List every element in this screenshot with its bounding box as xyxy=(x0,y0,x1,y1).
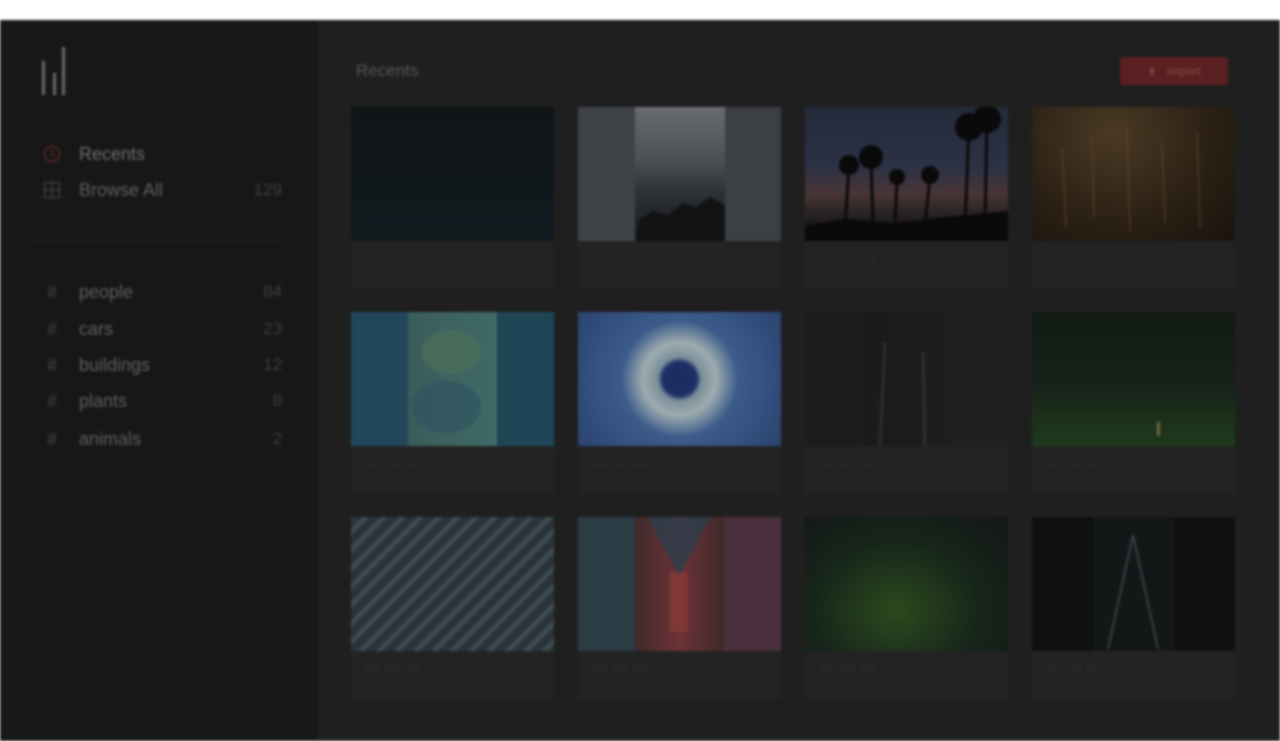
tag-chip[interactable] xyxy=(1087,460,1101,466)
tag-chip[interactable] xyxy=(840,255,854,261)
image-thumbnail xyxy=(578,517,781,651)
tag-chip[interactable] xyxy=(860,460,874,466)
app-logo xyxy=(42,45,68,95)
tag-chip[interactable] xyxy=(1087,255,1101,261)
tag-chip[interactable] xyxy=(633,460,647,466)
tag-chip[interactable] xyxy=(593,665,607,671)
tag-chip[interactable] xyxy=(613,460,627,466)
tag-chip[interactable] xyxy=(1047,255,1061,261)
sidebar-tag-animals[interactable]: # animals 2 xyxy=(42,426,282,452)
tag-chip[interactable] xyxy=(860,665,874,671)
image-thumbnail xyxy=(805,312,1008,446)
main-content: Recents ⬆ Import xyxy=(318,20,1280,741)
tag-label: buildings xyxy=(79,354,151,375)
hash-icon: # xyxy=(46,281,57,302)
sidebar-tag-buildings[interactable]: # buildings 12 xyxy=(42,352,282,378)
tag-chip[interactable] xyxy=(633,255,647,261)
page-title: Recents xyxy=(356,61,419,80)
image-card[interactable] xyxy=(578,312,781,494)
image-thumbnail xyxy=(351,312,554,446)
import-button[interactable]: ⬆ Import xyxy=(1120,57,1228,85)
sidebar-tag-people[interactable]: # people 84 xyxy=(42,279,282,305)
tag-chip[interactable] xyxy=(820,255,834,261)
tag-label: animals xyxy=(79,428,142,449)
tag-chip[interactable] xyxy=(820,665,834,671)
image-card[interactable] xyxy=(805,517,1008,699)
tag-chip[interactable] xyxy=(1047,460,1061,466)
tag-count: 8 xyxy=(272,391,282,410)
import-button-label: Import xyxy=(1166,64,1201,78)
sidebar-item-label: Browse All xyxy=(79,179,164,200)
upload-arrow-icon: ⬆ xyxy=(1147,65,1157,78)
tag-chip[interactable] xyxy=(366,460,380,466)
image-card[interactable] xyxy=(351,312,554,494)
tag-chip[interactable] xyxy=(1067,460,1081,466)
tag-chip[interactable] xyxy=(406,665,420,671)
sidebar-item-recents[interactable]: Recents xyxy=(42,141,282,167)
tag-chip[interactable] xyxy=(406,460,420,466)
image-thumbnail xyxy=(1032,312,1235,446)
sidebar-item-label: Recents xyxy=(79,143,146,164)
tag-chip[interactable] xyxy=(840,460,854,466)
tag-label: plants xyxy=(79,390,128,411)
image-card[interactable] xyxy=(1032,312,1235,494)
image-thumbnail xyxy=(1032,107,1235,241)
sidebar-item-count: 129 xyxy=(253,180,282,199)
tag-chip[interactable] xyxy=(386,255,400,261)
tag-chip[interactable] xyxy=(820,460,834,466)
image-thumbnail xyxy=(1032,517,1235,651)
image-thumbnail xyxy=(351,517,554,651)
hash-icon: # xyxy=(46,428,57,449)
image-card[interactable] xyxy=(351,517,554,699)
tag-label: people xyxy=(79,281,134,302)
image-card[interactable] xyxy=(805,312,1008,494)
tag-chip[interactable] xyxy=(366,665,380,671)
sidebar-item-browse-all[interactable]: Browse All 129 xyxy=(42,177,282,203)
sidebar: Recents Browse All 129 # people 84 # car… xyxy=(0,20,318,741)
tag-chip[interactable] xyxy=(1087,665,1101,671)
sidebar-tag-cars[interactable]: # cars 23 xyxy=(42,316,282,342)
image-card[interactable] xyxy=(1032,107,1235,289)
hash-icon: # xyxy=(46,354,57,375)
tag-chip[interactable] xyxy=(613,665,627,671)
image-card[interactable] xyxy=(1032,517,1235,699)
image-thumbnail xyxy=(805,107,1008,241)
tag-count: 84 xyxy=(263,282,282,301)
hash-icon: # xyxy=(46,390,57,411)
image-card[interactable] xyxy=(578,517,781,699)
tag-chip[interactable] xyxy=(613,255,627,261)
image-grid xyxy=(351,107,1235,699)
tag-chip[interactable] xyxy=(386,460,400,466)
tag-chip[interactable] xyxy=(1067,255,1081,261)
tag-count: 12 xyxy=(263,355,282,374)
sidebar-divider xyxy=(32,240,284,241)
image-thumbnail xyxy=(351,107,554,241)
sidebar-tag-plants[interactable]: # plants 8 xyxy=(42,388,282,414)
image-card[interactable] xyxy=(578,107,781,289)
clock-icon xyxy=(42,144,62,164)
image-thumbnail xyxy=(805,517,1008,651)
tag-chip[interactable] xyxy=(593,255,607,261)
image-card[interactable] xyxy=(805,107,1008,289)
tag-chip[interactable] xyxy=(406,255,420,261)
image-thumbnail xyxy=(578,107,781,241)
image-card[interactable] xyxy=(351,107,554,289)
tag-chip[interactable] xyxy=(840,665,854,671)
tag-chip[interactable] xyxy=(366,255,380,261)
grid-icon xyxy=(42,180,62,200)
app-window: Recents Browse All 129 # people 84 # car… xyxy=(0,20,1280,741)
tag-chip[interactable] xyxy=(386,665,400,671)
hash-icon: # xyxy=(46,318,57,339)
tag-chip[interactable] xyxy=(860,255,874,261)
tag-chip[interactable] xyxy=(1047,665,1061,671)
tag-chip[interactable] xyxy=(633,665,647,671)
tag-label: cars xyxy=(79,318,114,339)
image-thumbnail xyxy=(578,312,781,446)
tag-chip[interactable] xyxy=(593,460,607,466)
tag-count: 23 xyxy=(263,319,282,338)
tag-chip[interactable] xyxy=(1067,665,1081,671)
tag-count: 2 xyxy=(272,429,282,448)
